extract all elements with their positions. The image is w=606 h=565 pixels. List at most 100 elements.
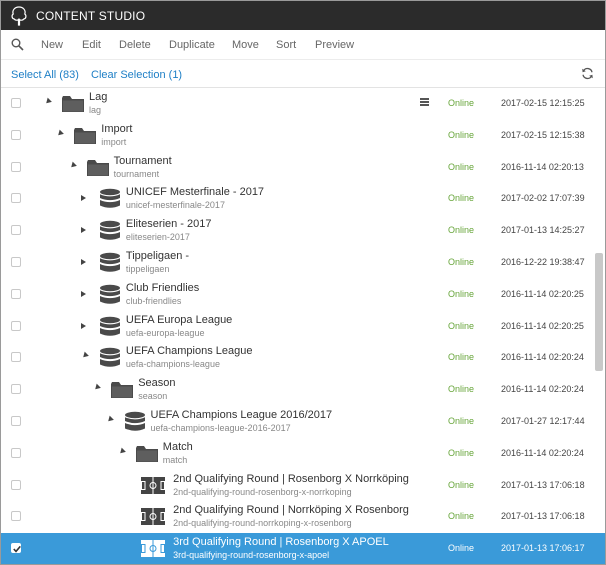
tree-row[interactable]: 2nd Qualifying Round | Rosenborg X Norrk… [1, 470, 605, 501]
row-checkbox[interactable] [11, 320, 21, 331]
database-icon [99, 284, 121, 309]
tree-row[interactable]: 2nd Qualifying Round | Norrköping X Rose… [1, 501, 605, 532]
tree-row[interactable]: UEFA Champions League 2016/2017 uefa-cham… [1, 406, 605, 437]
row-path: unicef-mesterfinale-2017 [125, 200, 225, 211]
row-checkbox[interactable] [11, 98, 21, 108]
collapse-toggle-icon[interactable] [93, 383, 102, 392]
database-icon [124, 411, 146, 436]
expand-toggle-icon[interactable] [80, 259, 86, 265]
row-title[interactable]: Tournament [114, 155, 172, 167]
tree-row[interactable]: Tippeligaen - tippeligaen Online 2016-12-22… [1, 247, 605, 278]
tree-row[interactable]: Season season Online 2016-11-14 02:20:24 [1, 374, 605, 405]
tree-row[interactable]: Match match Online 2016-11-14 02:20:24 [1, 438, 605, 469]
move-button[interactable]: Move [232, 39, 259, 51]
status-label: Online [448, 161, 475, 172]
status-label: Online [448, 129, 475, 140]
vertical-scrollbar[interactable] [595, 253, 603, 371]
select-all-link[interactable]: Select All (83) [11, 69, 79, 81]
toolbar: New Edit Delete Duplicate Move Sort Prev… [1, 30, 605, 60]
context-menu-icon[interactable] [420, 98, 429, 107]
app-title: CONTENT STUDIO [36, 9, 146, 23]
search-icon[interactable] [11, 38, 24, 51]
row-checkbox[interactable] [11, 257, 21, 267]
row-checkbox[interactable] [11, 352, 21, 363]
folder-icon [86, 159, 109, 180]
status-label: Online [448, 479, 475, 490]
row-path: eliteserien-2017 [125, 232, 190, 243]
status-label: Online [448, 98, 475, 108]
folder-icon [74, 127, 97, 148]
expand-toggle-icon[interactable] [80, 227, 86, 234]
collapse-toggle-icon[interactable] [68, 161, 77, 169]
refresh-icon[interactable] [581, 67, 594, 80]
row-title[interactable]: UNICEF Mesterfinale - 2017 [126, 186, 264, 198]
row-title[interactable]: Import [101, 123, 132, 135]
row-title[interactable]: 2nd Qualifying Round | Norrköping X Rose… [173, 504, 409, 516]
row-title[interactable]: Match [163, 441, 193, 453]
folder-icon [111, 381, 134, 402]
expand-toggle-icon[interactable] [80, 322, 86, 329]
database-icon [99, 188, 121, 213]
row-checkbox[interactable] [11, 543, 21, 554]
modified-date: 2016-11-14 02:20:25 [501, 288, 584, 299]
collapse-toggle-icon[interactable] [44, 97, 52, 106]
tree-row[interactable]: Lag lag Online 2017-02-15 12:15:25 [1, 88, 605, 119]
tree-row[interactable]: Tournament tournament Online 2016-11-14 02:… [1, 152, 605, 183]
clear-selection-link[interactable]: Clear Selection (1) [91, 69, 182, 81]
row-checkbox[interactable] [11, 416, 21, 426]
row-checkbox[interactable] [11, 447, 21, 458]
preview-button[interactable]: Preview [315, 39, 354, 51]
row-title[interactable]: UEFA Champions League 2016/2017 [151, 409, 333, 421]
status-label: Online [448, 193, 475, 204]
collapse-toggle-icon[interactable] [81, 352, 89, 360]
row-checkbox[interactable] [11, 161, 21, 172]
row-checkbox[interactable] [11, 511, 21, 522]
app-window: CONTENT STUDIO New Edit Delete Duplicate… [0, 0, 606, 565]
row-title[interactable]: UEFA Champions League [126, 345, 253, 357]
tree-row[interactable]: Import import Online 2017-02-15 12:15:38 [1, 120, 605, 151]
row-title[interactable]: Season [138, 377, 175, 389]
expand-toggle-icon[interactable] [80, 290, 86, 297]
row-title[interactable]: Eliteserien - 2017 [126, 218, 212, 230]
tree-row[interactable]: UEFA Champions League uefa-champions-leag… [1, 342, 605, 373]
row-title[interactable]: Club Friendlies [126, 282, 199, 294]
collapse-toggle-icon[interactable] [56, 129, 65, 138]
row-title[interactable]: UEFA Europa League [126, 314, 232, 326]
new-button[interactable]: New [41, 39, 63, 51]
row-checkbox[interactable] [11, 479, 21, 490]
status-label: Online [448, 257, 475, 267]
row-checkbox[interactable] [11, 193, 21, 204]
status-label: Online [448, 543, 475, 554]
folder-icon [62, 95, 84, 116]
row-path: 2nd-qualifying-round-norrkoping-x-rosenb… [173, 518, 352, 529]
status-label: Online [448, 416, 475, 426]
expand-toggle-icon[interactable] [80, 195, 86, 202]
duplicate-button[interactable]: Duplicate [169, 39, 215, 51]
top-bar: CONTENT STUDIO [1, 1, 605, 30]
row-checkbox[interactable] [11, 225, 21, 236]
collapse-toggle-icon[interactable] [105, 415, 114, 424]
football-pitch-icon [141, 540, 166, 560]
modified-date: 2017-02-15 12:15:38 [501, 129, 585, 140]
modified-date: 2016-11-14 02:20:13 [501, 161, 584, 172]
row-title[interactable]: Lag [89, 91, 107, 103]
row-title[interactable]: 3rd Qualifying Round | Rosenborg X APOEL [173, 536, 389, 548]
tree-row[interactable]: UNICEF Mesterfinale - 2017 unicef-mesterf… [1, 183, 605, 214]
edit-button[interactable]: Edit [82, 39, 101, 51]
tree-row[interactable]: UEFA Europa League uefa-europa-league Onli… [1, 311, 605, 342]
tree-row[interactable]: Eliteserien - 2017 eliteserien-2017 Online… [1, 215, 605, 246]
row-title[interactable]: 2nd Qualifying Round | Rosenborg X Norrk… [173, 473, 409, 485]
modified-date: 2017-01-27 12:17:44 [501, 416, 585, 426]
tree-row[interactable]: Club Friendlies club-friendlies Online 2016… [1, 279, 605, 310]
delete-button[interactable]: Delete [119, 39, 151, 51]
row-checkbox[interactable] [11, 129, 21, 140]
row-title[interactable]: Tippeligaen - [126, 250, 189, 262]
sort-button[interactable]: Sort [276, 39, 296, 51]
content-tree: Lag lag Online 2017-02-15 12:15:25 Import imp… [1, 88, 605, 564]
selection-bar: Select All (83) Clear Selection (1) [1, 60, 605, 88]
row-path: 3rd-qualifying-round-rosenborg-x-apoel [173, 550, 330, 561]
row-checkbox[interactable] [11, 288, 21, 299]
tree-row[interactable]: 3rd Qualifying Round | Rosenborg X APOEL… [1, 533, 605, 564]
row-checkbox[interactable] [11, 384, 21, 395]
collapse-toggle-icon[interactable] [117, 447, 126, 456]
